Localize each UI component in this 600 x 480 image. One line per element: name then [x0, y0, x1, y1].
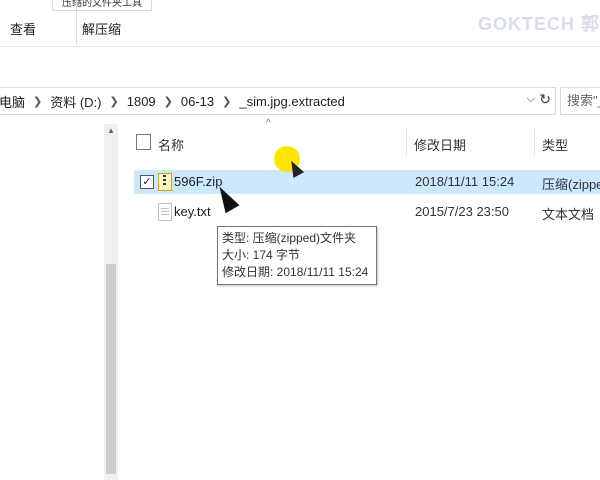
- file-type: 文本文档: [542, 207, 595, 222]
- file-info-tooltip: 类型: 压缩(zipped)文件夹 大小: 174 字节 修改日期: 2018/…: [217, 226, 377, 285]
- file-row-596f-zip[interactable]: ✓ 596F.zip 2018/11/11 15:24 压缩(zipped): [134, 170, 600, 194]
- chevron-down-icon[interactable]: ⌵: [527, 93, 535, 106]
- tab-extract[interactable]: 解压缩: [75, 0, 121, 45]
- column-header: 名称 修改日期 类型: [128, 124, 600, 160]
- text-file-icon: [158, 203, 172, 221]
- breadcrumb-separator-icon[interactable]: ❯: [110, 95, 119, 108]
- tooltip-size: 大小: 174 字节: [222, 248, 301, 262]
- breadcrumb-this-pc[interactable]: 电脑: [0, 92, 25, 111]
- search-input[interactable]: 搜索"_s: [560, 87, 600, 115]
- column-name[interactable]: 名称: [158, 135, 184, 154]
- zip-folder-icon: [158, 173, 172, 191]
- column-type[interactable]: 类型: [542, 135, 568, 154]
- file-name[interactable]: 596F.zip: [174, 174, 222, 189]
- column-divider[interactable]: [406, 128, 407, 156]
- file-row-key-txt[interactable]: key.txt 2015/7/23 23:50 文本文档: [134, 200, 600, 224]
- watermark: GOKTECH 郭: [478, 14, 600, 34]
- breadcrumb-separator-icon[interactable]: ❯: [33, 95, 42, 108]
- navigation-pane: [0, 120, 104, 480]
- scroll-up-arrow-icon[interactable]: ▲: [104, 124, 118, 138]
- column-date-modified[interactable]: 修改日期: [414, 135, 466, 154]
- file-date: 2015/7/23 23:50: [415, 204, 509, 219]
- address-bar[interactable]: 电脑 ❯ 资料 (D:) ❯ 1809 ❯ 06-13 ❯ _sim.jpg.e…: [0, 87, 556, 115]
- file-date: 2018/11/11 15:24: [415, 174, 515, 189]
- nav-pane-scrollbar[interactable]: ▲: [104, 124, 118, 480]
- tooltip-date: 修改日期: 2018/11/11 15:24: [222, 265, 369, 279]
- select-all-checkbox[interactable]: [136, 134, 151, 150]
- tooltip-type: 类型: 压缩(zipped)文件夹: [222, 231, 357, 245]
- tab-view[interactable]: 查看: [10, 19, 36, 38]
- file-name[interactable]: key.txt: [174, 204, 211, 219]
- refresh-icon[interactable]: ↻: [539, 91, 551, 108]
- breadcrumb-current-folder[interactable]: _sim.jpg.extracted: [239, 94, 345, 109]
- breadcrumb-06-13[interactable]: 06-13: [181, 94, 214, 109]
- breadcrumb-separator-icon[interactable]: ❯: [164, 95, 173, 108]
- file-type: 压缩(zipped): [542, 177, 600, 192]
- row-checkbox[interactable]: ✓: [140, 175, 154, 189]
- breadcrumb-separator-icon[interactable]: ❯: [222, 95, 231, 108]
- column-divider[interactable]: [534, 128, 535, 156]
- scrollbar-thumb[interactable]: [106, 264, 116, 474]
- breadcrumb-1809[interactable]: 1809: [127, 94, 156, 109]
- breadcrumb-drive-d[interactable]: 资料 (D:): [50, 92, 101, 111]
- compressed-folder-tools-tab[interactable]: 压缩的文件夹工具: [52, 0, 152, 11]
